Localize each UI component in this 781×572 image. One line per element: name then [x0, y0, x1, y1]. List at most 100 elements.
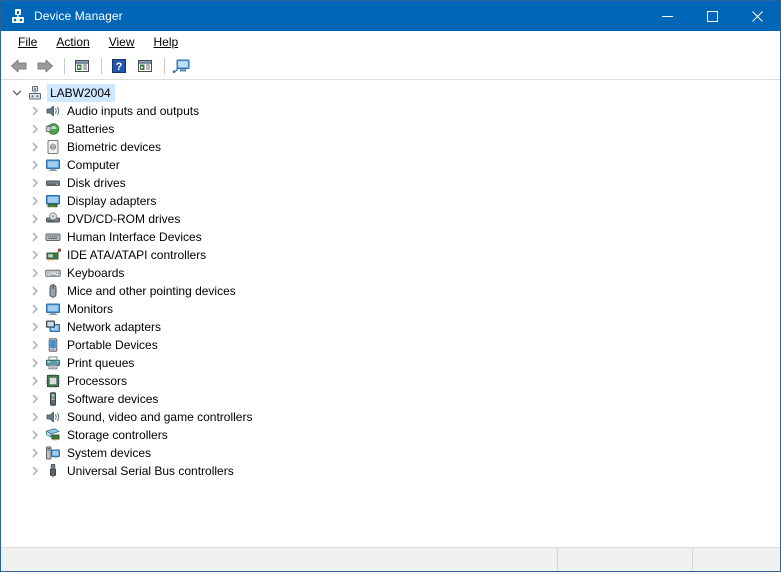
menu-view-label: View — [108, 35, 135, 49]
chevron-right-icon[interactable] — [27, 103, 43, 119]
menu-file-label: File — [18, 35, 38, 49]
chevron-right-icon[interactable] — [27, 265, 43, 281]
tree-row-human-interface-devices[interactable]: Human Interface Devices — [1, 228, 780, 246]
device-manager-icon — [10, 8, 26, 24]
speaker-icon — [45, 103, 61, 119]
usb-icon — [45, 463, 61, 479]
tree-item-label: Disk drives — [67, 176, 126, 190]
show-hide-console-tree-button[interactable] — [70, 55, 94, 77]
maximize-button[interactable] — [690, 1, 735, 31]
minimize-button[interactable] — [645, 1, 690, 31]
status-bar — [1, 547, 780, 571]
tree-root-label: LABW2004 — [47, 84, 115, 102]
chevron-right-icon[interactable] — [27, 139, 43, 155]
chevron-right-icon[interactable] — [27, 157, 43, 173]
window-controls — [645, 1, 780, 31]
chevron-right-icon[interactable] — [27, 445, 43, 461]
chevron-right-icon[interactable] — [27, 373, 43, 389]
chevron-right-icon[interactable] — [27, 463, 43, 479]
chevron-right-icon[interactable] — [27, 211, 43, 227]
chevron-right-icon[interactable] — [27, 391, 43, 407]
tree-item-label: IDE ATA/ATAPI controllers — [67, 248, 207, 262]
tree-row-audio-inputs-and-outputs[interactable]: Audio inputs and outputs — [1, 102, 780, 120]
hid-icon — [45, 229, 61, 245]
chevron-right-icon[interactable] — [27, 301, 43, 317]
menu-action-label: Action — [56, 35, 90, 49]
display-adapter-icon — [45, 193, 61, 209]
tree-row-batteries[interactable]: Batteries — [1, 120, 780, 138]
toolbar: ? — [1, 53, 780, 80]
tree-item-label: DVD/CD-ROM drives — [67, 212, 181, 226]
tree-item-label: Sound, video and game controllers — [67, 410, 253, 424]
chevron-right-icon[interactable] — [27, 175, 43, 191]
tree-row-biometric-devices[interactable]: Biometric devices — [1, 138, 780, 156]
tree-row-keyboards[interactable]: Keyboards — [1, 264, 780, 282]
tree-row-display-adapters[interactable]: Display adapters — [1, 192, 780, 210]
tree-row-disk-drives[interactable]: Disk drives — [1, 174, 780, 192]
monitor-icon — [45, 157, 61, 173]
back-button[interactable] — [7, 55, 31, 77]
printer-icon — [45, 355, 61, 371]
chevron-right-icon[interactable] — [27, 121, 43, 137]
menu-help-label: Help — [153, 35, 179, 49]
tree-row-system-devices[interactable]: System devices — [1, 444, 780, 462]
tree-row-mice-and-other-pointing-devices[interactable]: Mice and other pointing devices — [1, 282, 780, 300]
tree-row-ide-ata-atapi-controllers[interactable]: IDE ATA/ATAPI controllers — [1, 246, 780, 264]
chevron-right-icon[interactable] — [27, 283, 43, 299]
window-title: Device Manager — [34, 9, 123, 23]
processor-icon — [45, 373, 61, 389]
tree-item-label: Software devices — [67, 392, 159, 406]
chevron-right-icon[interactable] — [27, 409, 43, 425]
tree-row-root[interactable]: LABW2004 — [1, 84, 780, 102]
chevron-right-icon[interactable] — [27, 337, 43, 353]
scan-for-hardware-changes-button[interactable] — [170, 55, 194, 77]
chevron-right-icon[interactable] — [27, 427, 43, 443]
chevron-right-icon[interactable] — [27, 247, 43, 263]
tree-row-sound-video-and-game-controllers[interactable]: Sound, video and game controllers — [1, 408, 780, 426]
close-button[interactable] — [735, 1, 780, 31]
monitor-icon — [45, 301, 61, 317]
mouse-icon — [45, 283, 61, 299]
tree-item-label: Keyboards — [67, 266, 125, 280]
chevron-right-icon[interactable] — [27, 229, 43, 245]
title-bar[interactable]: Device Manager — [1, 1, 780, 31]
help-button[interactable]: ? — [107, 55, 131, 77]
tree-row-monitors[interactable]: Monitors — [1, 300, 780, 318]
keyboard-icon — [45, 265, 61, 281]
menu-item-help[interactable]: Help — [145, 33, 189, 51]
fingerprint-icon — [45, 139, 61, 155]
status-pane-2 — [558, 548, 693, 571]
tree-item-label: Human Interface Devices — [67, 230, 202, 244]
network-adapter-icon — [45, 319, 61, 335]
chevron-right-icon[interactable] — [27, 193, 43, 209]
tree-item-label: Mice and other pointing devices — [67, 284, 236, 298]
forward-button[interactable] — [33, 55, 57, 77]
tree-row-dvd-cd-rom-drives[interactable]: DVD/CD-ROM drives — [1, 210, 780, 228]
device-tree[interactable]: LABW2004 Audio inputs and outputs Batter… — [1, 80, 780, 547]
storage-controller-icon — [45, 427, 61, 443]
tree-item-label: Batteries — [67, 122, 115, 136]
tree-row-computer[interactable]: Computer — [1, 156, 780, 174]
optical-drive-icon — [45, 211, 61, 227]
menu-item-file[interactable]: File — [9, 33, 47, 51]
tree-row-print-queues[interactable]: Print queues — [1, 354, 780, 372]
tree-row-universal-serial-bus-controllers[interactable]: Universal Serial Bus controllers — [1, 462, 780, 480]
tree-row-processors[interactable]: Processors — [1, 372, 780, 390]
chevron-right-icon[interactable] — [27, 355, 43, 371]
tree-row-portable-devices[interactable]: Portable Devices — [1, 336, 780, 354]
menu-bar: File Action View Help — [1, 31, 780, 53]
tree-row-network-adapters[interactable]: Network adapters — [1, 318, 780, 336]
menu-item-action[interactable]: Action — [47, 33, 99, 51]
tree-row-software-devices[interactable]: Software devices — [1, 390, 780, 408]
chevron-down-icon[interactable] — [9, 85, 25, 101]
tree-row-storage-controllers[interactable]: Storage controllers — [1, 426, 780, 444]
speaker-icon — [45, 409, 61, 425]
menu-item-view[interactable]: View — [100, 33, 145, 51]
chevron-right-icon[interactable] — [27, 319, 43, 335]
tree-item-label: Audio inputs and outputs — [67, 104, 200, 118]
tree-item-label: System devices — [67, 446, 152, 460]
battery-icon — [45, 121, 61, 137]
portable-device-icon — [45, 337, 61, 353]
properties-button[interactable] — [133, 55, 157, 77]
tree-item-label: Display adapters — [67, 194, 157, 208]
